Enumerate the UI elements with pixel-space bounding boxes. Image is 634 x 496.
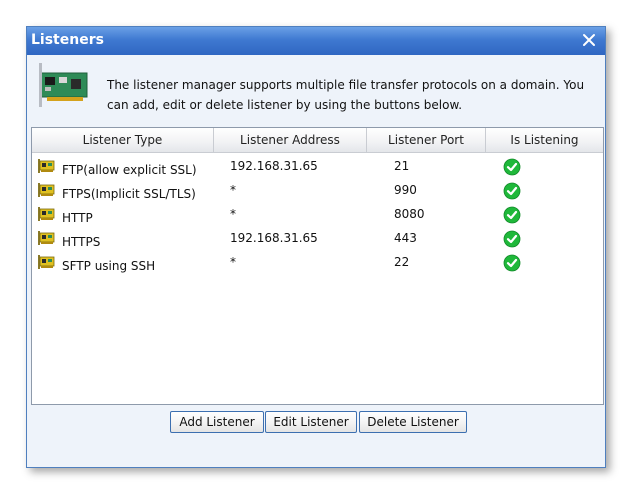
network-card-icon xyxy=(38,183,55,197)
table-row[interactable]: FTP(allow explicit SSL) 192.168.31.65 21 xyxy=(32,155,603,179)
listener-address-cell: * xyxy=(230,255,236,269)
listener-type-cell: HTTP xyxy=(62,211,93,225)
column-header-listener-type[interactable]: Listener Type xyxy=(32,128,214,152)
listener-address-cell: * xyxy=(230,207,236,221)
button-bar: Add Listener Edit Listener Delete Listen… xyxy=(27,411,605,435)
green-check-icon xyxy=(503,182,521,200)
listener-type-cell: HTTPS xyxy=(62,235,101,249)
listener-type-cell: FTPS(Implicit SSL/TLS) xyxy=(62,187,196,201)
listener-port-cell: 22 xyxy=(394,255,410,269)
add-listener-button[interactable]: Add Listener xyxy=(170,411,264,433)
listener-port-cell: 443 xyxy=(394,231,417,245)
network-card-icon xyxy=(38,207,55,221)
network-card-icon xyxy=(39,63,88,107)
listeners-dialog: Listeners The listener manager supports … xyxy=(26,26,606,468)
listener-port-cell: 8080 xyxy=(394,207,425,221)
table-row[interactable]: HTTPS 192.168.31.65 443 xyxy=(32,227,603,251)
green-check-icon xyxy=(503,230,521,248)
green-check-icon xyxy=(503,158,521,176)
network-card-icon xyxy=(38,159,55,173)
column-header-listener-port[interactable]: Listener Port xyxy=(367,128,486,152)
banner-description: The listener manager supports multiple f… xyxy=(107,78,585,112)
table-row[interactable]: HTTP * 8080 xyxy=(32,203,603,227)
table-row[interactable]: SFTP using SSH * 22 xyxy=(32,251,603,275)
listener-address-cell: 192.168.31.65 xyxy=(230,159,318,173)
column-header-listener-address[interactable]: Listener Address xyxy=(214,128,367,152)
listener-address-cell: * xyxy=(230,183,236,197)
window-title: Listeners xyxy=(31,32,104,48)
listener-type-cell: SFTP using SSH xyxy=(62,259,156,273)
listener-type-cell: FTP(allow explicit SSL) xyxy=(62,163,197,177)
listener-table: Listener Type Listener Address Listener … xyxy=(31,127,604,405)
banner: The listener manager supports multiple f… xyxy=(27,55,605,125)
delete-listener-button[interactable]: Delete Listener xyxy=(359,411,467,433)
table-row[interactable]: FTPS(Implicit SSL/TLS) * 990 xyxy=(32,179,603,203)
table-header: Listener Type Listener Address Listener … xyxy=(32,128,603,153)
table-body: FTP(allow explicit SSL) 192.168.31.65 21 FT… xyxy=(32,153,603,404)
green-check-icon xyxy=(503,254,521,272)
edit-listener-button[interactable]: Edit Listener xyxy=(265,411,357,433)
listener-port-cell: 21 xyxy=(394,159,410,173)
title-bar[interactable]: Listeners xyxy=(27,27,605,55)
listener-port-cell: 990 xyxy=(394,183,417,197)
close-icon[interactable] xyxy=(579,30,599,50)
network-card-icon xyxy=(38,231,55,245)
column-header-is-listening[interactable]: Is Listening xyxy=(486,128,603,152)
listener-address-cell: 192.168.31.65 xyxy=(230,231,318,245)
green-check-icon xyxy=(503,206,521,224)
network-card-icon xyxy=(38,255,55,269)
